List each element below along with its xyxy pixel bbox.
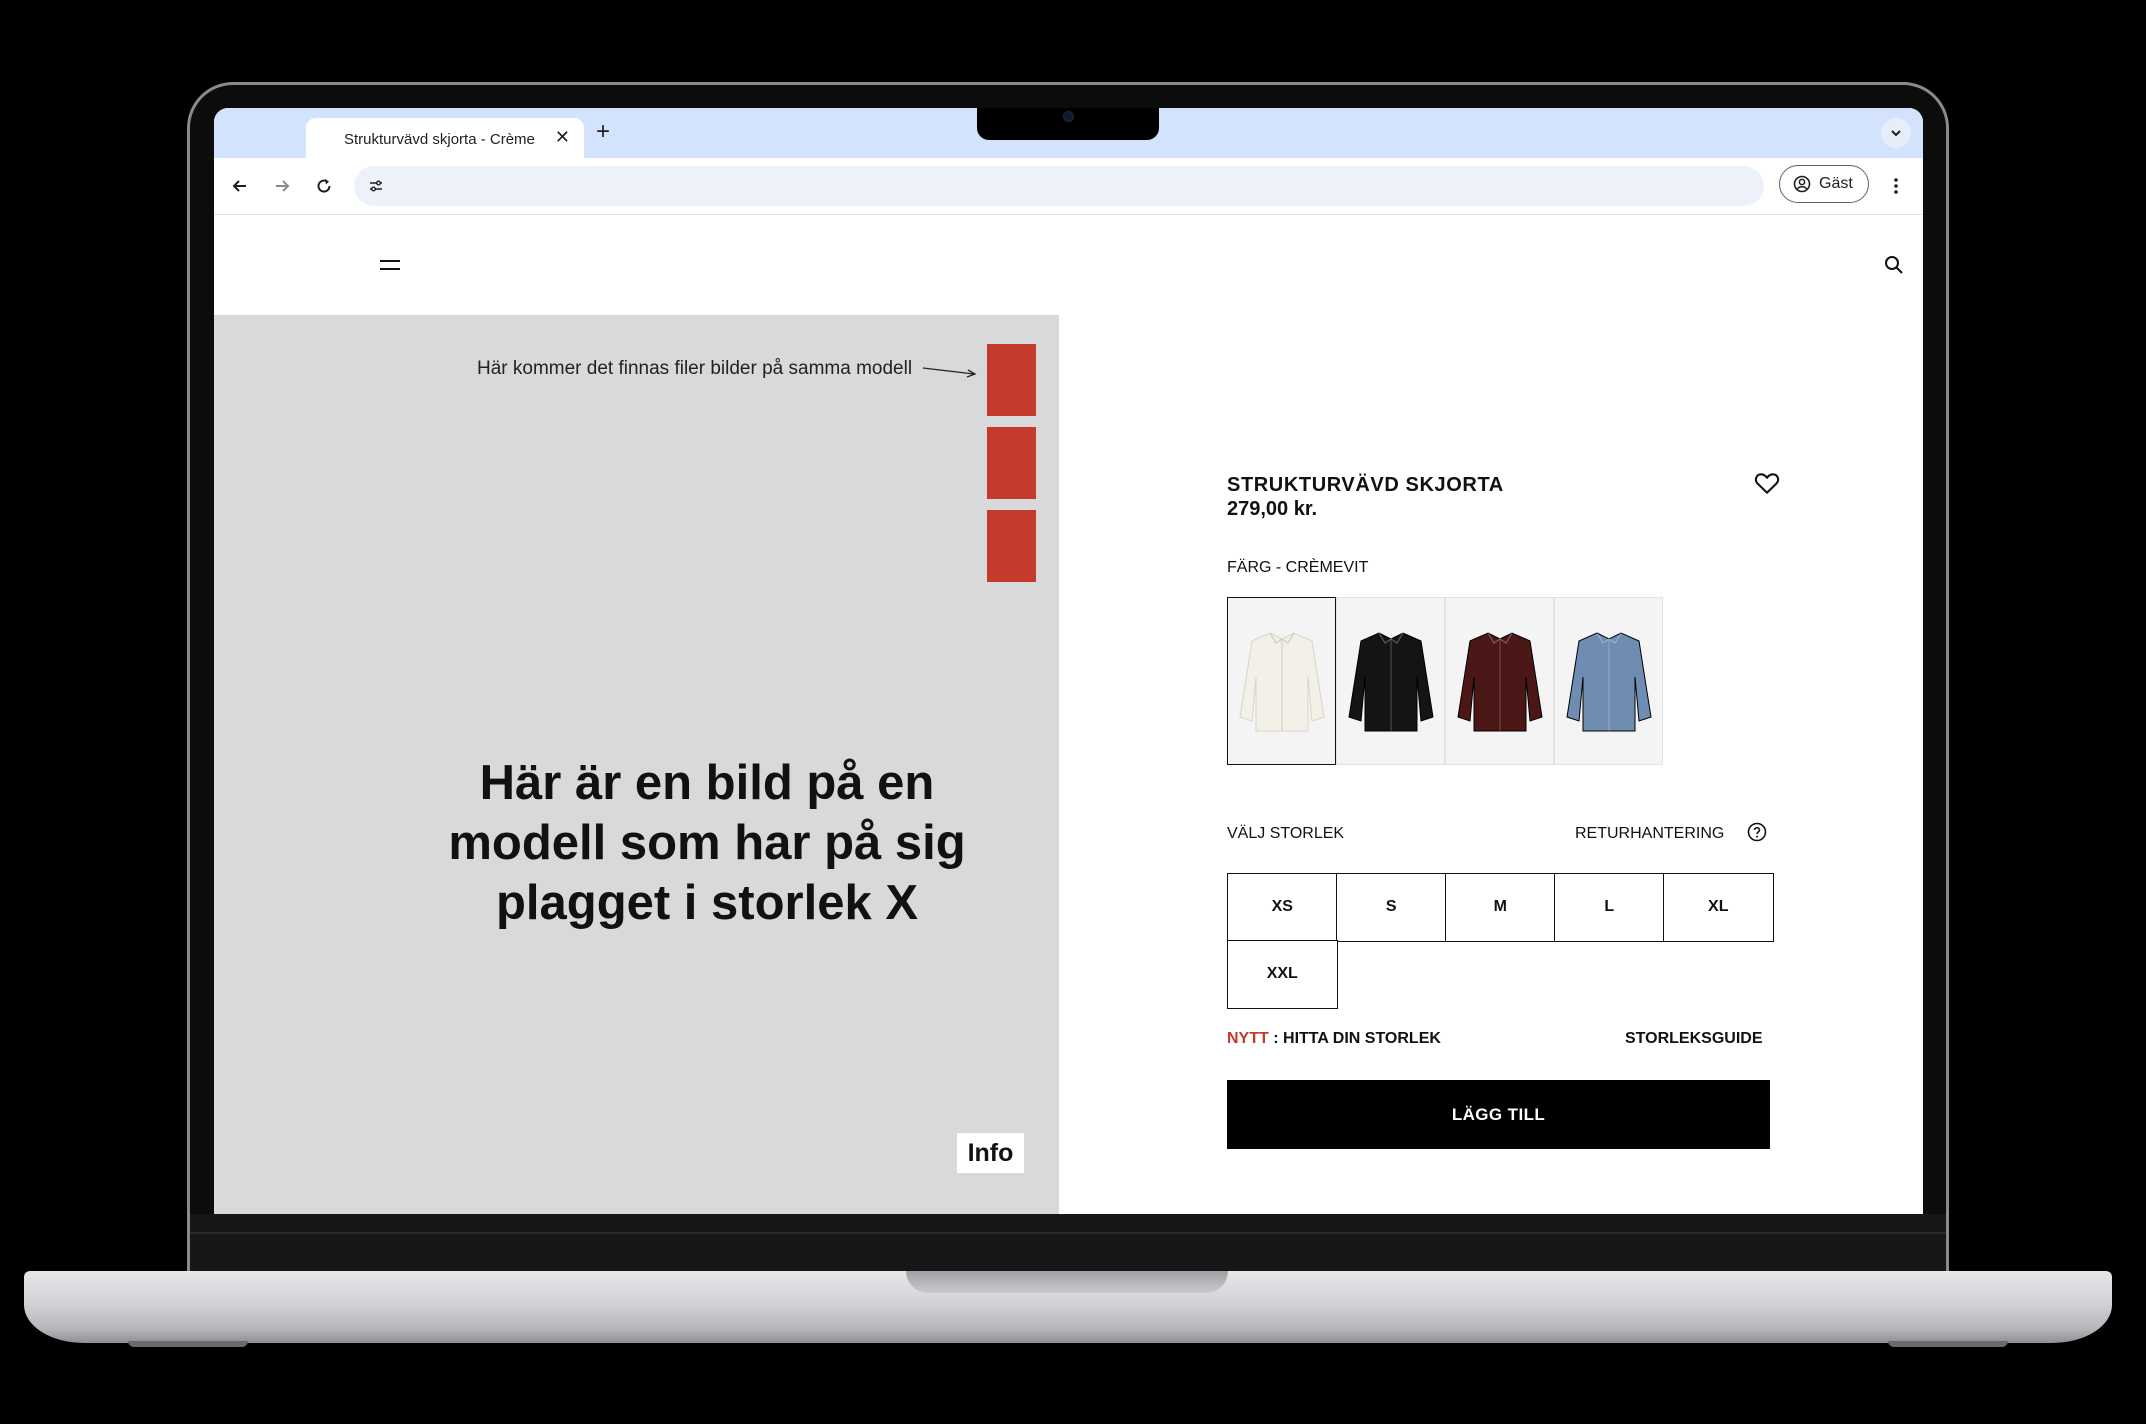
size-guide-link[interactable]: STORLEKSGUIDE: [1625, 1030, 1763, 1048]
find-your-size-link[interactable]: NYTT : HITTA DIN STORLEK: [1227, 1030, 1441, 1048]
annotation-arrow-icon: [922, 367, 977, 378]
shirt-icon: [1456, 632, 1543, 732]
info-button[interactable]: Info: [957, 1133, 1024, 1173]
size-option[interactable]: L: [1554, 873, 1665, 942]
size-option[interactable]: XL: [1663, 873, 1774, 942]
profile-label: Gäst: [1819, 175, 1853, 192]
color-swatches: [1227, 597, 1663, 765]
size-option[interactable]: S: [1336, 873, 1447, 942]
back-button[interactable]: [228, 174, 252, 198]
tab-close-icon[interactable]: ✕: [555, 127, 570, 148]
reload-button[interactable]: [312, 174, 336, 198]
shirt-icon: [1565, 632, 1652, 732]
laptop-hinge: [906, 1271, 1228, 1293]
gallery-thumbnail[interactable]: [987, 510, 1036, 582]
browser-menu-button[interactable]: [1886, 174, 1906, 198]
model-image-placeholder: Här är en bild på en modell som har på s…: [448, 756, 966, 930]
size-option[interactable]: XS: [1227, 873, 1338, 942]
size-option[interactable]: M: [1445, 873, 1556, 942]
arrow-right-icon: [276, 180, 290, 192]
tab-title: Strukturvävd skjorta - Crème: [344, 131, 535, 148]
search-icon[interactable]: [1881, 252, 1907, 278]
laptop-screen: Strukturvävd skjorta - Crème ✕ + Gäst Hä…: [214, 108, 1923, 1214]
color-swatch[interactable]: [1554, 597, 1663, 765]
add-to-cart-button[interactable]: LÄGG TILL: [1227, 1080, 1770, 1149]
returns-link[interactable]: RETURHANTERING: [1575, 825, 1724, 843]
chevron-down-icon: [1891, 130, 1901, 137]
forward-button[interactable]: [270, 174, 294, 198]
shirt-icon: [1238, 632, 1325, 732]
find-size-text: : HITTA DIN STORLEK: [1273, 1030, 1441, 1047]
size-option[interactable]: XXL: [1227, 940, 1338, 1009]
size-label: VÄLJ STORLEK: [1227, 825, 1345, 842]
tab-search-button[interactable]: [1881, 118, 1911, 148]
reload-icon: [317, 179, 331, 193]
add-to-favorites-heart-icon[interactable]: [1752, 468, 1782, 498]
more-vert-icon: [1894, 178, 1898, 194]
shirt-icon: [1347, 632, 1434, 732]
gallery-annotation: Här kommer det finnas filer bilder på sa…: [477, 358, 913, 379]
product-title: STRUKTURVÄVD SKJORTA: [1227, 474, 1504, 496]
laptop-chin-line: [190, 1232, 1946, 1234]
color-swatch[interactable]: [1445, 597, 1554, 765]
laptop-foot-right: [1888, 1341, 2008, 1347]
color-swatch[interactable]: [1227, 597, 1336, 765]
browser-toolbar: Gäst: [214, 158, 1923, 215]
hamburger-menu-icon[interactable]: [378, 253, 402, 277]
color-label: FÄRG - CRÈMEVIT: [1227, 559, 1369, 576]
web-page: Här kommer det finnas filer bilder på sa…: [214, 215, 1923, 1214]
site-header: [214, 215, 1923, 315]
help-circle-icon[interactable]: [1745, 820, 1769, 844]
profile-button[interactable]: Gäst: [1779, 165, 1869, 203]
gallery-thumbnail[interactable]: [987, 427, 1036, 499]
profile-icon: [1793, 175, 1811, 193]
new-badge: NYTT: [1227, 1030, 1269, 1047]
laptop-chin: [190, 1214, 1946, 1271]
address-bar[interactable]: [354, 166, 1764, 206]
camera-icon: [1063, 111, 1074, 122]
size-selector: XS S M L XL XXL: [1227, 873, 1774, 1009]
arrow-left-icon: [232, 180, 246, 192]
new-tab-button[interactable]: +: [596, 118, 610, 146]
color-swatch[interactable]: [1336, 597, 1445, 765]
site-settings-icon[interactable]: [364, 174, 388, 198]
browser-tab[interactable]: Strukturvävd skjorta - Crème ✕: [306, 118, 584, 158]
product-price: 279,00 kr.: [1227, 498, 1318, 520]
gallery-thumbnail[interactable]: [987, 344, 1036, 416]
laptop-foot-left: [128, 1341, 248, 1347]
product-image-gallery[interactable]: Här kommer det finnas filer bilder på sa…: [214, 315, 1059, 1214]
